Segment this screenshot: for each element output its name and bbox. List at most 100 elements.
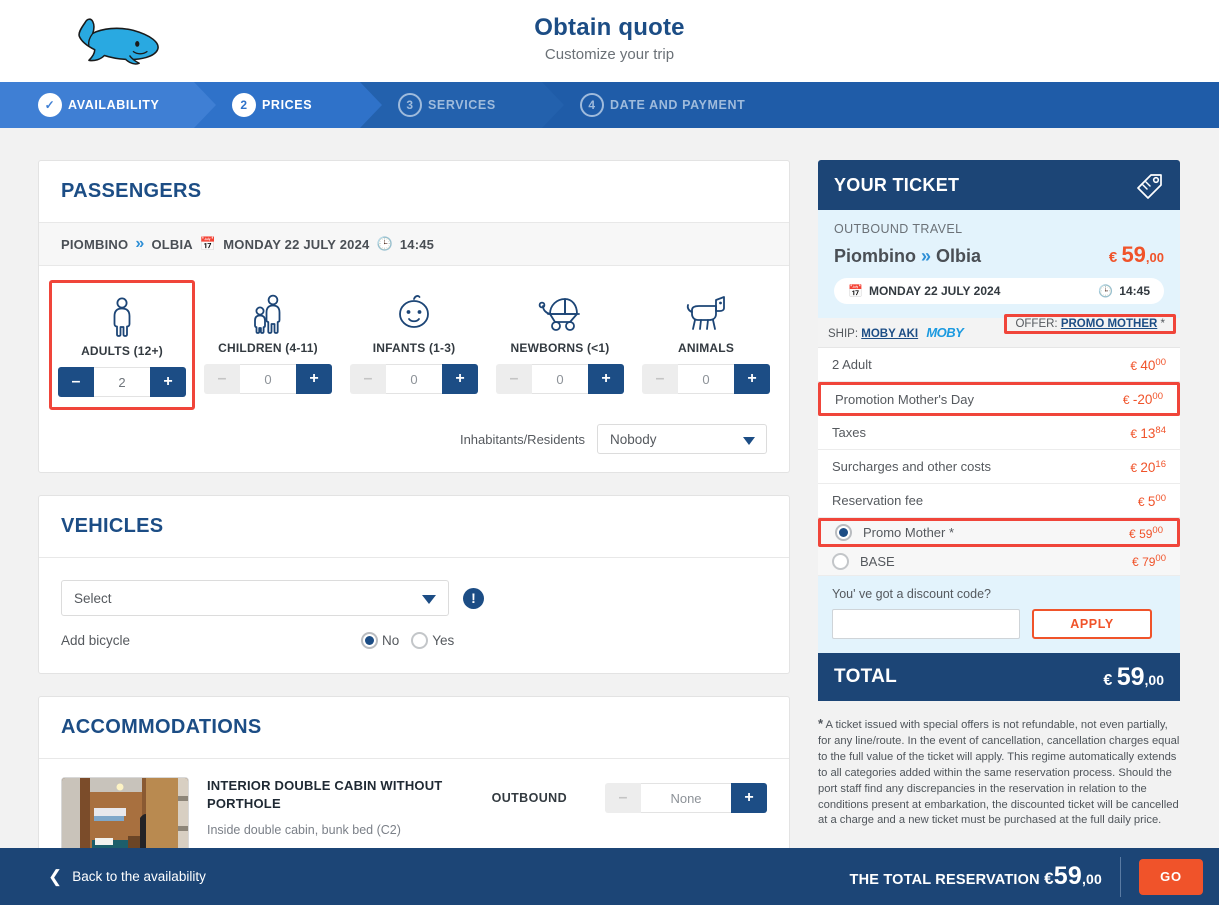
currency-symbol: € [1129,526,1136,541]
currency-symbol: € [1122,393,1130,407]
route-summary: PIOMBINO » OLBIA 📅 MONDAY 22 JULY 2024 🕒… [39,223,789,266]
ship-label: SHIP: [828,328,859,340]
newborns-minus-button[interactable]: – [496,364,532,394]
accommodation-quantity[interactable]: None [641,783,731,813]
passengers-title: PASSENGERS [61,180,202,202]
step-2-label: PRICES [262,98,313,112]
discount-code-input[interactable] [832,609,1020,639]
add-bicycle-label: Add bicycle [61,633,131,648]
passenger-type-row: ADULTS (12+) – 2 + CHILDREN (4-11) – 0 +… [39,266,789,418]
accommodations-title: ACCOMMODATIONS [61,716,262,738]
passengers-header: PASSENGERS [39,161,789,223]
vehicles-card: VEHICLES Select ! Add bicycle No Yes [38,495,790,674]
outbound-time: 14:45 [1119,284,1150,298]
vehicle-select[interactable]: Select [61,580,449,616]
infants-value[interactable]: 0 [386,364,442,394]
currency-symbol: € [1130,426,1138,441]
newborns-value[interactable]: 0 [532,364,588,394]
passenger-adults: ADULTS (12+) – 2 + [49,280,195,410]
vehicle-select-value: Select [74,590,112,606]
bottom-total-amount: 59 [1053,862,1082,890]
fee-label-surcharges: Surcharges and other costs [832,459,991,474]
page-content: PASSENGERS PIOMBINO » OLBIA 📅 MONDAY 22 … [0,128,1219,891]
bicycle-radio-no[interactable] [361,632,378,649]
fare-radio-promo-mother[interactable] [835,524,852,541]
fee-row-reservation: Reservation fee € 500 [818,484,1180,518]
fee-amount-cents: 00 [1155,356,1166,368]
fee-amount-reservation: € 500 [1138,493,1166,509]
animals-plus-button[interactable]: + [734,364,770,394]
outbound-price: € 59,00 [1109,242,1164,268]
outbound-label: OUTBOUND TRAVEL [834,222,963,236]
ticket-total-cents: ,00 [1144,671,1164,688]
bottom-total: THE TOTAL RESERVATION €59,00 [850,862,1102,891]
ship-name-link[interactable]: MOBY AKI [861,328,918,340]
passenger-newborns: NEWBORNS (<1) – 0 + [487,280,633,404]
dog-icon [637,288,775,334]
children-value[interactable]: 0 [240,364,296,394]
accommodation-minus-button[interactable]: – [605,783,641,813]
passenger-infants-label: INFANTS (1-3) [372,341,456,355]
back-to-availability-link[interactable]: ❮ Back to the availability [48,867,206,887]
accommodation-direction: OUTBOUND [491,791,567,805]
accommodation-stepper: – None + [605,783,767,813]
fare-amount-value: 79 [1142,555,1156,569]
ticket-disclaimer: * A ticket issued with special offers is… [818,715,1180,829]
clock-icon: 🕒 [1098,284,1114,298]
step-1-number: ✓ [38,93,62,117]
currency-symbol: € [1132,555,1139,569]
back-label: Back to the availability [72,869,206,884]
step-availability[interactable]: ✓ AVAILABILITY [0,82,216,128]
bicycle-radio-yes[interactable] [411,632,429,649]
bottom-divider [1120,856,1121,897]
fee-amount-value: -20 [1132,392,1153,407]
outbound-price-amount: 59 [1121,242,1146,267]
passengers-card: PASSENGERS PIOMBINO » OLBIA 📅 MONDAY 22 … [38,160,790,473]
vehicle-select-row: Select ! [61,580,767,616]
step-1-label: AVAILABILITY [68,98,160,112]
animals-value[interactable]: 0 [678,364,734,394]
route-origin: PIOMBINO [61,236,129,252]
outbound-route-row: Piombino » Olbia € 59,00 [834,242,1164,268]
children-plus-button[interactable]: + [296,364,332,394]
adults-value[interactable]: 2 [94,367,150,397]
fee-row-taxes: Taxes € 1384 [818,416,1180,450]
fare-radio-base[interactable] [832,552,849,570]
infants-minus-button[interactable]: – [350,364,386,394]
adults-minus-button[interactable]: – [58,367,94,397]
step-2-number: 2 [232,93,256,117]
fare-amount-base: € 7900 [1132,553,1166,569]
discount-section: You' ve got a discount code? APPLY [818,576,1180,653]
accommodation-description: Inside double cabin, bunk bed (C2) [207,823,401,838]
go-button[interactable]: GO [1139,858,1203,895]
ticket-total-amount: 59 [1116,662,1145,691]
residents-select[interactable]: Nobody [597,424,767,454]
step-date-and-payment[interactable]: 4 DATE AND PAYMENT [542,82,1219,128]
outbound-time-seg: 🕒 14:45 [1098,284,1150,298]
ticket-outbound-section: OUTBOUND TRAVEL Piombino » Olbia € 59,00 [818,210,1180,318]
bottom-total-cents: ,00 [1081,871,1102,887]
infant-icon [345,288,483,334]
vehicles-body: Select ! Add bicycle No Yes [39,558,789,673]
fee-amount-cents: 00 [1155,492,1166,504]
passenger-children-label: CHILDREN (4-11) [218,341,318,355]
route-time: 14:45 [399,236,435,252]
fare-option-promo-mother[interactable]: Promo Mother * € 5900 [818,518,1180,547]
accommodation-plus-button[interactable]: + [731,783,767,813]
adults-plus-button[interactable]: + [150,367,186,397]
apply-discount-button[interactable]: APPLY [1032,609,1152,639]
animals-minus-button[interactable]: – [642,364,678,394]
step-3-number: 3 [398,93,422,117]
offer-name-link[interactable]: PROMO MOTHER [1061,318,1157,330]
step-prices[interactable]: 2 PRICES [194,82,382,128]
fare-option-base[interactable]: BASE € 7900 [818,547,1180,576]
residents-row: Inhabitants/Residents Nobody [39,418,789,472]
children-minus-button[interactable]: – [204,364,240,394]
newborns-plus-button[interactable]: + [588,364,624,394]
fare-amount-cents: 00 [1155,553,1166,564]
exclamation-icon[interactable]: ! [463,587,484,609]
infants-plus-button[interactable]: + [442,364,478,394]
step-services[interactable]: 3 SERVICES [360,82,564,128]
step-3-arrow [542,82,564,128]
outbound-price-cents: ,00 [1145,250,1164,265]
